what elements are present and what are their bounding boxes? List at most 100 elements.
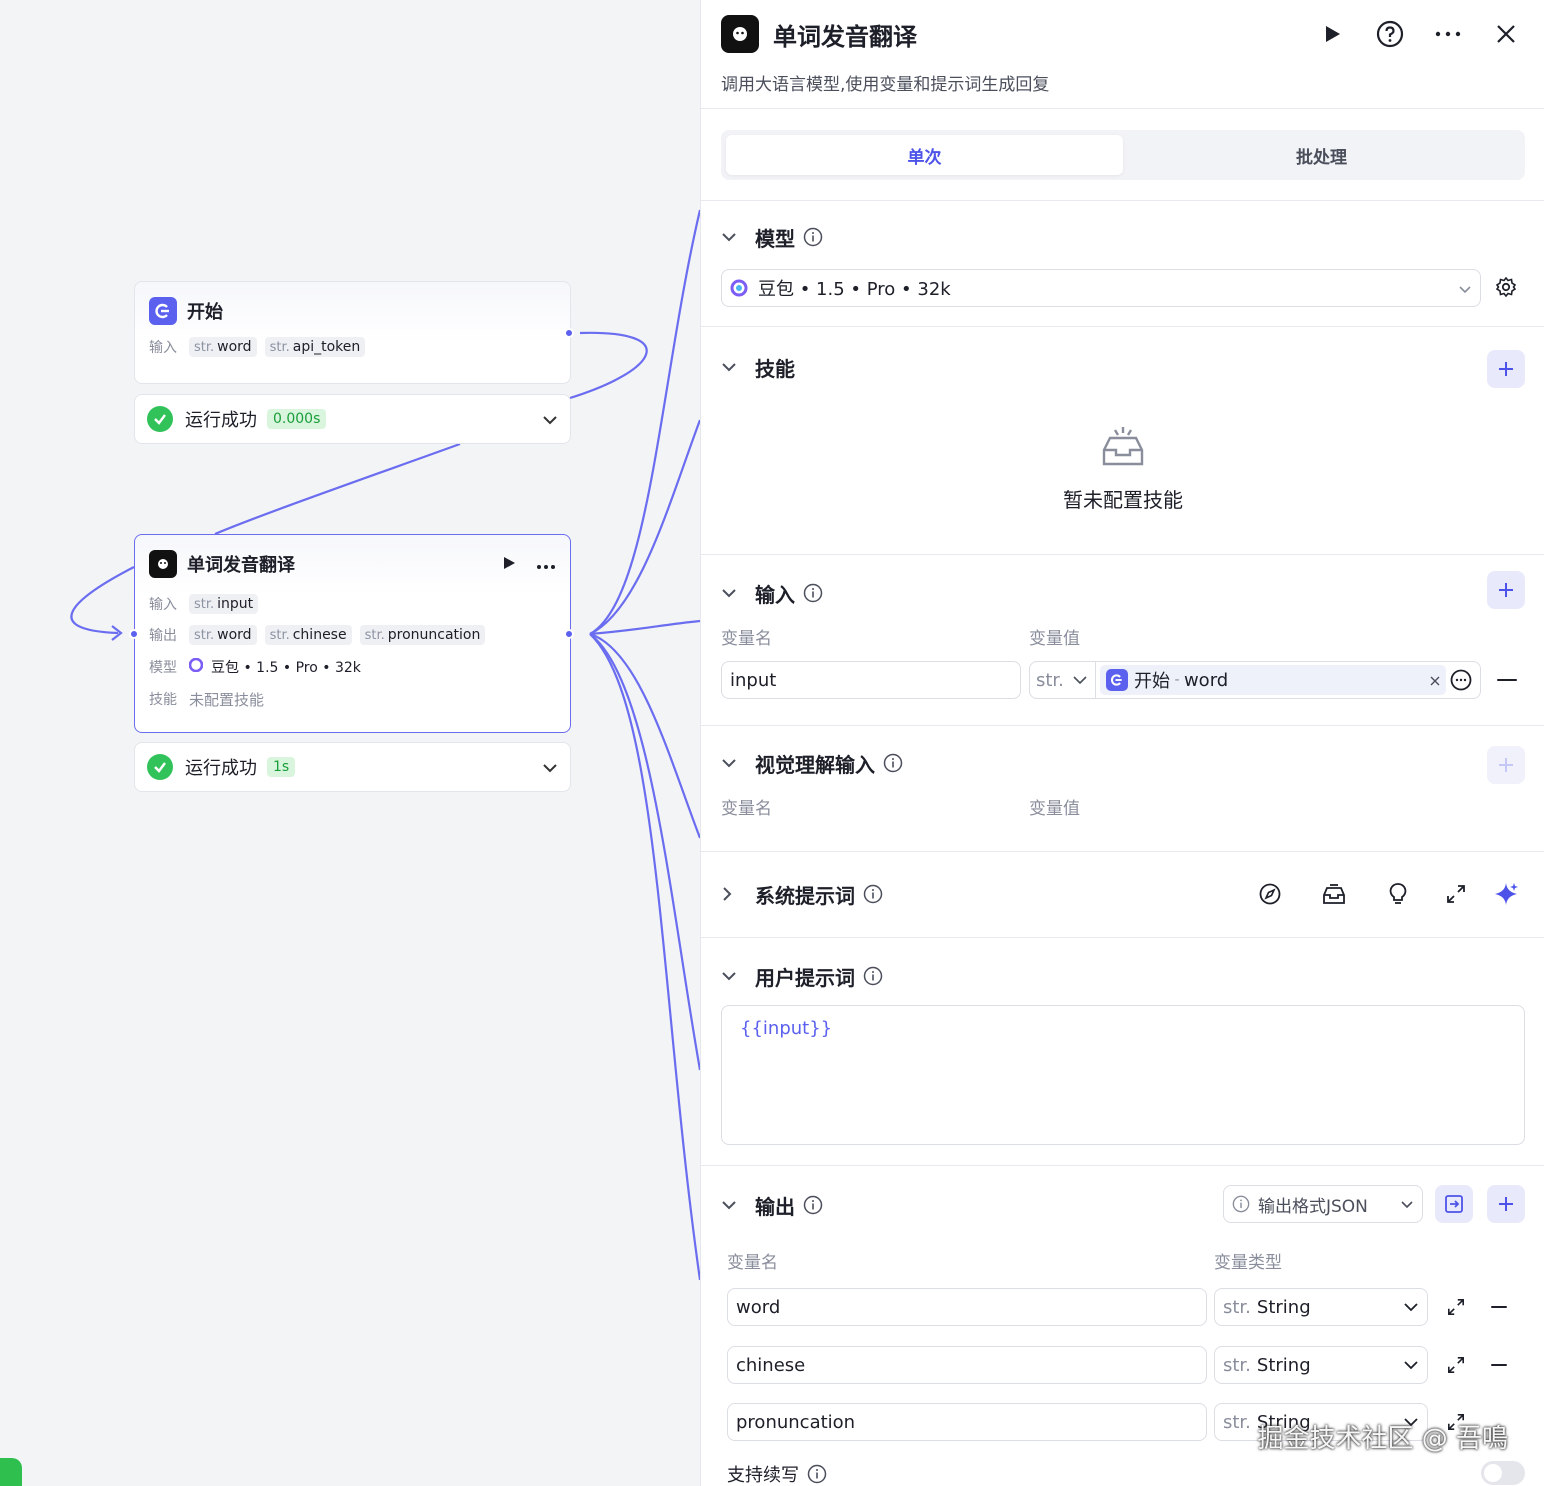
output-section-title: 输出: [755, 1194, 795, 1219]
chevron-down-icon: [1458, 278, 1472, 299]
skills-empty-text: 暂未配置技能: [1063, 488, 1183, 512]
chevron-down-icon[interactable]: [721, 971, 743, 981]
run-time-badge: 1s: [267, 757, 296, 777]
panel-title: 单词发音翻译: [773, 22, 917, 51]
workflow-canvas[interactable]: 开始 输入 str. word str. api_token 运行成功 0.000s…: [0, 0, 700, 1486]
start-node-icon: [1106, 669, 1128, 691]
chevron-down-icon[interactable]: [721, 362, 743, 372]
llm-input-label: 输入: [149, 597, 177, 613]
mode-tabs: 单次 批处理: [721, 130, 1525, 180]
edge-out-1: [589, 209, 700, 635]
add-output-button[interactable]: [1487, 1185, 1525, 1223]
input-reference-chip: 开始 - word: [1100, 665, 1446, 695]
bottom-left-badge: [0, 1458, 22, 1486]
remove-input-button[interactable]: [1497, 679, 1517, 681]
info-icon[interactable]: [803, 1195, 823, 1215]
gear-icon[interactable]: [1491, 272, 1521, 302]
model-select[interactable]: 豆包 • 1.5 • Pro • 32k: [721, 269, 1481, 307]
chevron-down-icon[interactable]: [542, 410, 558, 429]
output-var-name-field[interactable]: pronuncation: [727, 1403, 1207, 1441]
llm-node[interactable]: 单词发音翻译 输入 str. input 输出 str. word str. chin…: [134, 534, 571, 733]
vision-section-title: 视觉理解输入: [755, 752, 875, 777]
llm-output-label: 输出: [149, 628, 177, 644]
info-icon[interactable]: [883, 753, 903, 773]
ai-sparkle-icon[interactable]: [1491, 879, 1521, 909]
llm-node-title: 单词发音翻译: [187, 555, 295, 576]
close-icon[interactable]: [1488, 16, 1524, 52]
vision-section-header[interactable]: 视觉理解输入: [721, 748, 1524, 778]
import-output-button[interactable]: [1435, 1185, 1473, 1223]
user-prompt-title: 用户提示词: [755, 965, 855, 990]
skills-empty: 暂未配置技能: [701, 424, 1544, 513]
chevron-down-icon: [1400, 1194, 1414, 1214]
input-type-select[interactable]: str.: [1030, 662, 1096, 698]
skills-section-header[interactable]: 技能: [721, 352, 1524, 382]
chevron-down-icon[interactable]: [721, 588, 743, 598]
model-section-header[interactable]: 模型: [721, 222, 1524, 252]
chevron-down-icon[interactable]: [721, 758, 743, 768]
model-select-value: 豆包 • 1.5 • Pro • 32k: [758, 279, 951, 300]
user-prompt-editor[interactable]: {{input}}: [721, 1005, 1525, 1145]
output-type-select[interactable]: str. String: [1214, 1346, 1428, 1384]
start-run-status[interactable]: 运行成功 0.000s: [134, 394, 571, 444]
compass-icon[interactable]: [1255, 879, 1285, 909]
remove-output-button[interactable]: [1491, 1364, 1507, 1366]
output-type-select[interactable]: str. String: [1214, 1288, 1428, 1326]
chevron-down-icon: [1404, 1303, 1418, 1312]
variable-picker-icon[interactable]: [1450, 669, 1472, 691]
continue-writing-toggle[interactable]: [1481, 1461, 1525, 1485]
llm-skill-value: 未配置技能: [189, 690, 265, 709]
info-icon[interactable]: [803, 227, 823, 247]
info-icon[interactable]: [807, 1464, 827, 1484]
info-icon[interactable]: [863, 884, 883, 904]
system-prompt-title: 系统提示词: [755, 883, 855, 908]
info-icon[interactable]: [803, 583, 823, 603]
chevron-down-icon[interactable]: [542, 758, 558, 777]
doubao-icon: [188, 657, 204, 676]
help-icon[interactable]: [1372, 16, 1408, 52]
chevron-down-icon[interactable]: [721, 232, 743, 242]
edge-out-5: [589, 633, 700, 1071]
tab-batch[interactable]: 批处理: [1123, 135, 1520, 175]
more-icon[interactable]: [1430, 16, 1466, 52]
input-section-header[interactable]: 输入: [721, 578, 1524, 608]
run-time-badge: 0.000s: [267, 409, 327, 429]
start-output-port[interactable]: [564, 328, 574, 338]
lightbulb-icon[interactable]: [1383, 879, 1413, 909]
input-var-name-field[interactable]: input: [721, 661, 1021, 699]
play-icon[interactable]: [502, 555, 516, 574]
output-format-select[interactable]: 输出格式JSON: [1223, 1185, 1423, 1223]
info-icon[interactable]: [863, 966, 883, 986]
run-play-icon[interactable]: [1314, 16, 1350, 52]
add-input-button[interactable]: [1487, 571, 1525, 609]
panel-description: 调用大语言模型,使用变量和提示词生成回复: [721, 75, 1050, 95]
chevron-down-icon[interactable]: [721, 1200, 743, 1210]
output-var-name-field[interactable]: chinese: [727, 1346, 1207, 1384]
tab-single[interactable]: 单次: [726, 135, 1123, 175]
status-text: 运行成功: [185, 758, 257, 779]
library-icon[interactable]: [1319, 879, 1349, 909]
start-node-input-label: 输入: [149, 340, 177, 356]
node-config-panel: 单词发音翻译 调用大语言模型,使用变量和提示词生成回复 单次 批处理 模型 豆包…: [700, 0, 1544, 1486]
edge-start-to-llm: [569, 331, 648, 400]
remove-output-button[interactable]: [1491, 1306, 1507, 1308]
output-var-name-field[interactable]: word: [727, 1288, 1207, 1326]
llm-input-port[interactable]: [129, 629, 139, 639]
user-prompt-section-header[interactable]: 用户提示词: [721, 961, 1524, 991]
input-section-title: 输入: [755, 582, 795, 607]
llm-run-status[interactable]: 运行成功 1s: [134, 742, 571, 792]
chevron-right-icon[interactable]: [721, 886, 743, 902]
status-text: 运行成功: [185, 410, 257, 431]
add-skill-button[interactable]: [1487, 350, 1525, 388]
expand-icon[interactable]: [1441, 1350, 1471, 1380]
more-icon[interactable]: [536, 555, 556, 574]
continue-writing-row: 支持续写: [727, 1461, 827, 1486]
start-node[interactable]: 开始 输入 str. word str. api_token: [134, 281, 571, 384]
expand-icon[interactable]: [1441, 879, 1471, 909]
add-vision-input-button[interactable]: [1487, 746, 1525, 784]
edge-llm-loop: [70, 566, 135, 635]
clear-icon[interactable]: [1430, 670, 1440, 691]
expand-icon[interactable]: [1441, 1292, 1471, 1322]
llm-output-port[interactable]: [564, 629, 574, 639]
input-var-value-field[interactable]: str. 开始 - word: [1029, 661, 1481, 699]
